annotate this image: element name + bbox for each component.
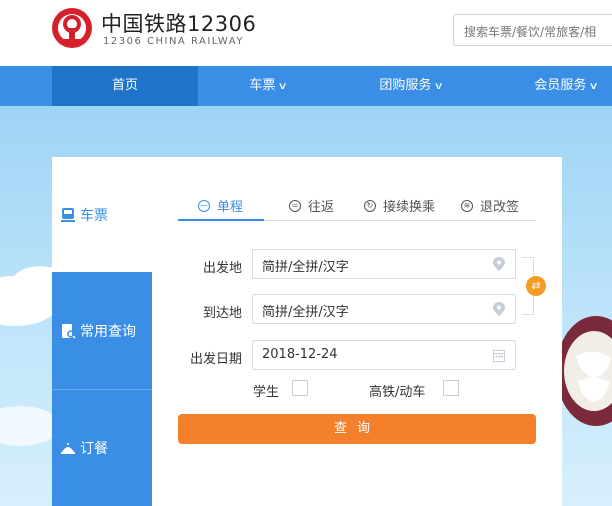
- tab-active-indicator: [178, 219, 264, 221]
- search-input[interactable]: 搜索车票/餐饮/常旅客/相: [453, 14, 612, 46]
- nav-item-member-service[interactable]: 会员服务 ∨: [520, 66, 612, 106]
- swap-arrows-icon: ⇄: [531, 279, 541, 292]
- document-search-icon: [62, 323, 76, 339]
- train-icon: [61, 207, 75, 222]
- student-label: 学生: [253, 385, 280, 400]
- tab-label: 退改签: [480, 200, 520, 215]
- brand-subtitle: 12306 CHINA RAILWAY: [103, 36, 244, 47]
- location-pin-icon: [493, 257, 505, 271]
- nav-item-group-service[interactable]: 团购服务 ∨: [338, 66, 484, 106]
- minus-circle-icon: —: [198, 199, 210, 212]
- calendar-icon: [493, 350, 505, 362]
- nav-item-label: 会员服务: [534, 78, 587, 93]
- highspeed-checkbox[interactable]: [443, 380, 459, 396]
- swap-stations-button[interactable]: ⇄: [526, 276, 546, 296]
- mangosteen-image: [556, 316, 612, 426]
- tab-label: 接续换乘: [383, 200, 436, 215]
- refund-circle-icon: ≋: [461, 199, 473, 212]
- transfer-circle-icon: ↻: [364, 199, 376, 212]
- departure-date-input[interactable]: 2018-12-24: [252, 340, 516, 370]
- student-checkbox[interactable]: [292, 380, 308, 396]
- query-button[interactable]: 查询: [178, 414, 536, 444]
- chevron-down-icon: ∨: [433, 81, 445, 92]
- sidebar-item-common-query[interactable]: 常用查询: [52, 272, 152, 389]
- sidebar-item-label: 订餐: [80, 441, 108, 457]
- nav-item-label: 首页: [111, 78, 138, 93]
- from-station-placeholder: 简拼/全拼/汉字: [262, 260, 349, 275]
- sidebar-item-tickets[interactable]: 车票: [52, 157, 152, 272]
- tab-round-trip[interactable]: = 往返: [289, 196, 334, 215]
- sidebar-item-meal-order[interactable]: 订餐: [52, 389, 152, 506]
- to-station-placeholder: 简拼/全拼/汉字: [262, 305, 349, 320]
- equals-circle-icon: =: [289, 199, 301, 212]
- nav-item-tickets[interactable]: 车票 ∨: [198, 66, 338, 106]
- date-label: 出发日期: [189, 352, 242, 367]
- from-label: 出发地: [202, 261, 242, 276]
- tab-refund-change[interactable]: ≋ 退改签: [461, 196, 519, 215]
- chevron-down-icon: ∨: [277, 81, 289, 92]
- nav-item-label: 团购服务: [379, 78, 432, 93]
- cloud-decoration: [0, 406, 60, 446]
- departure-date-value: 2018-12-24: [262, 347, 338, 362]
- sidebar-item-label: 车票: [80, 207, 108, 224]
- food-cover-icon: [61, 443, 75, 454]
- brand-title[interactable]: 中国铁路12306: [101, 8, 256, 38]
- location-pin-icon: [493, 302, 505, 316]
- site-header: 中国铁路12306 12306 CHINA RAILWAY 搜索车票/餐饮/常旅…: [0, 0, 612, 66]
- tab-label: 单程: [217, 200, 244, 215]
- to-label: 到达地: [202, 306, 242, 321]
- to-station-input[interactable]: 简拼/全拼/汉字: [252, 294, 516, 324]
- main-nav: 首页 车票 ∨ 团购服务 ∨ 会员服务 ∨: [0, 66, 612, 106]
- nav-item-label: 车票: [249, 78, 276, 93]
- sidebar-item-label: 常用查询: [80, 323, 136, 340]
- tab-label: 往返: [308, 200, 335, 215]
- railway-logo-icon[interactable]: [50, 6, 94, 50]
- tab-one-way[interactable]: — 单程: [198, 196, 243, 215]
- from-station-input[interactable]: 简拼/全拼/汉字: [252, 249, 516, 279]
- highspeed-label: 高铁/动车: [369, 385, 426, 400]
- booking-sidebar: 车票 常用查询 订餐: [52, 157, 152, 506]
- nav-item-home[interactable]: 首页: [52, 66, 198, 106]
- chevron-down-icon: ∨: [588, 81, 600, 92]
- tab-transfer[interactable]: ↻ 接续换乘: [364, 196, 435, 215]
